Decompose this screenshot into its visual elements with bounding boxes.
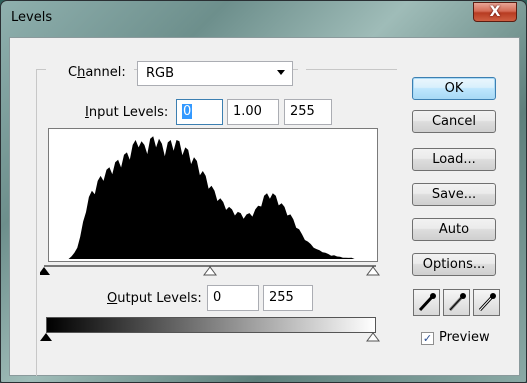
input-white-slider-handle[interactable] — [366, 266, 380, 276]
auto-button[interactable]: Auto — [412, 218, 496, 241]
input-black-slider-handle[interactable] — [40, 267, 50, 275]
options-button[interactable]: Options... — [412, 253, 496, 276]
output-black-slider-handle[interactable] — [40, 333, 52, 341]
input-black-field[interactable]: 0 — [176, 99, 223, 125]
close-icon: X — [489, 4, 501, 20]
save-button[interactable]: Save... — [412, 183, 496, 206]
input-slider[interactable] — [40, 263, 380, 277]
input-black-value: 0 — [182, 104, 193, 119]
preview-label[interactable]: Preview — [439, 330, 490, 345]
white-eyedropper-button[interactable] — [473, 289, 500, 316]
title-bar[interactable]: Levels X — [1, 1, 526, 37]
output-black-value: 0 — [213, 290, 222, 305]
input-gamma-value: 1.00 — [233, 104, 262, 119]
checkmark-icon: ✓ — [422, 332, 433, 345]
gray-eyedropper-button[interactable] — [443, 289, 470, 316]
cancel-button[interactable]: Cancel — [412, 110, 496, 133]
histogram-graph — [51, 136, 375, 259]
black-eyedropper-button[interactable] — [413, 289, 440, 316]
close-button[interactable]: X — [473, 2, 517, 22]
output-black-field[interactable]: 0 — [207, 285, 259, 311]
window-title: Levels — [11, 10, 53, 25]
chevron-down-icon — [277, 70, 285, 75]
channel-value: RGB — [146, 66, 175, 81]
output-white-field[interactable]: 255 — [263, 285, 313, 311]
groupbox-gap-right — [298, 64, 306, 76]
groupbox-top-edge — [306, 69, 396, 70]
input-levels-label: Input Levels: — [85, 105, 169, 120]
input-white-field[interactable]: 255 — [284, 99, 332, 125]
white-eyedropper-icon — [478, 293, 496, 312]
output-white-value: 255 — [269, 290, 294, 305]
black-eyedropper-icon — [418, 293, 436, 312]
output-levels-label: Output Levels: — [107, 291, 202, 306]
output-white-slider-handle[interactable] — [366, 332, 380, 342]
output-gradient-bar — [46, 317, 376, 333]
levels-dialog: Levels X Channel: RGB Input Levels: 0 1.… — [0, 0, 527, 383]
channel-label: Channel: — [68, 65, 126, 80]
input-gamma-field[interactable]: 1.00 — [227, 99, 279, 125]
output-slider[interactable] — [40, 332, 380, 344]
input-white-value: 255 — [290, 104, 315, 119]
ok-button[interactable]: OK — [412, 77, 496, 100]
input-gamma-slider-handle[interactable] — [203, 266, 217, 276]
dialog-body: Channel: RGB Input Levels: 0 1.00 255 Ou… — [9, 37, 520, 376]
histogram — [48, 128, 378, 262]
channel-select[interactable]: RGB — [137, 61, 293, 86]
histogram-area — [51, 136, 375, 259]
gray-eyedropper-icon — [448, 293, 466, 312]
preview-checkbox[interactable]: ✓ — [421, 332, 434, 345]
load-button[interactable]: Load... — [412, 148, 496, 171]
